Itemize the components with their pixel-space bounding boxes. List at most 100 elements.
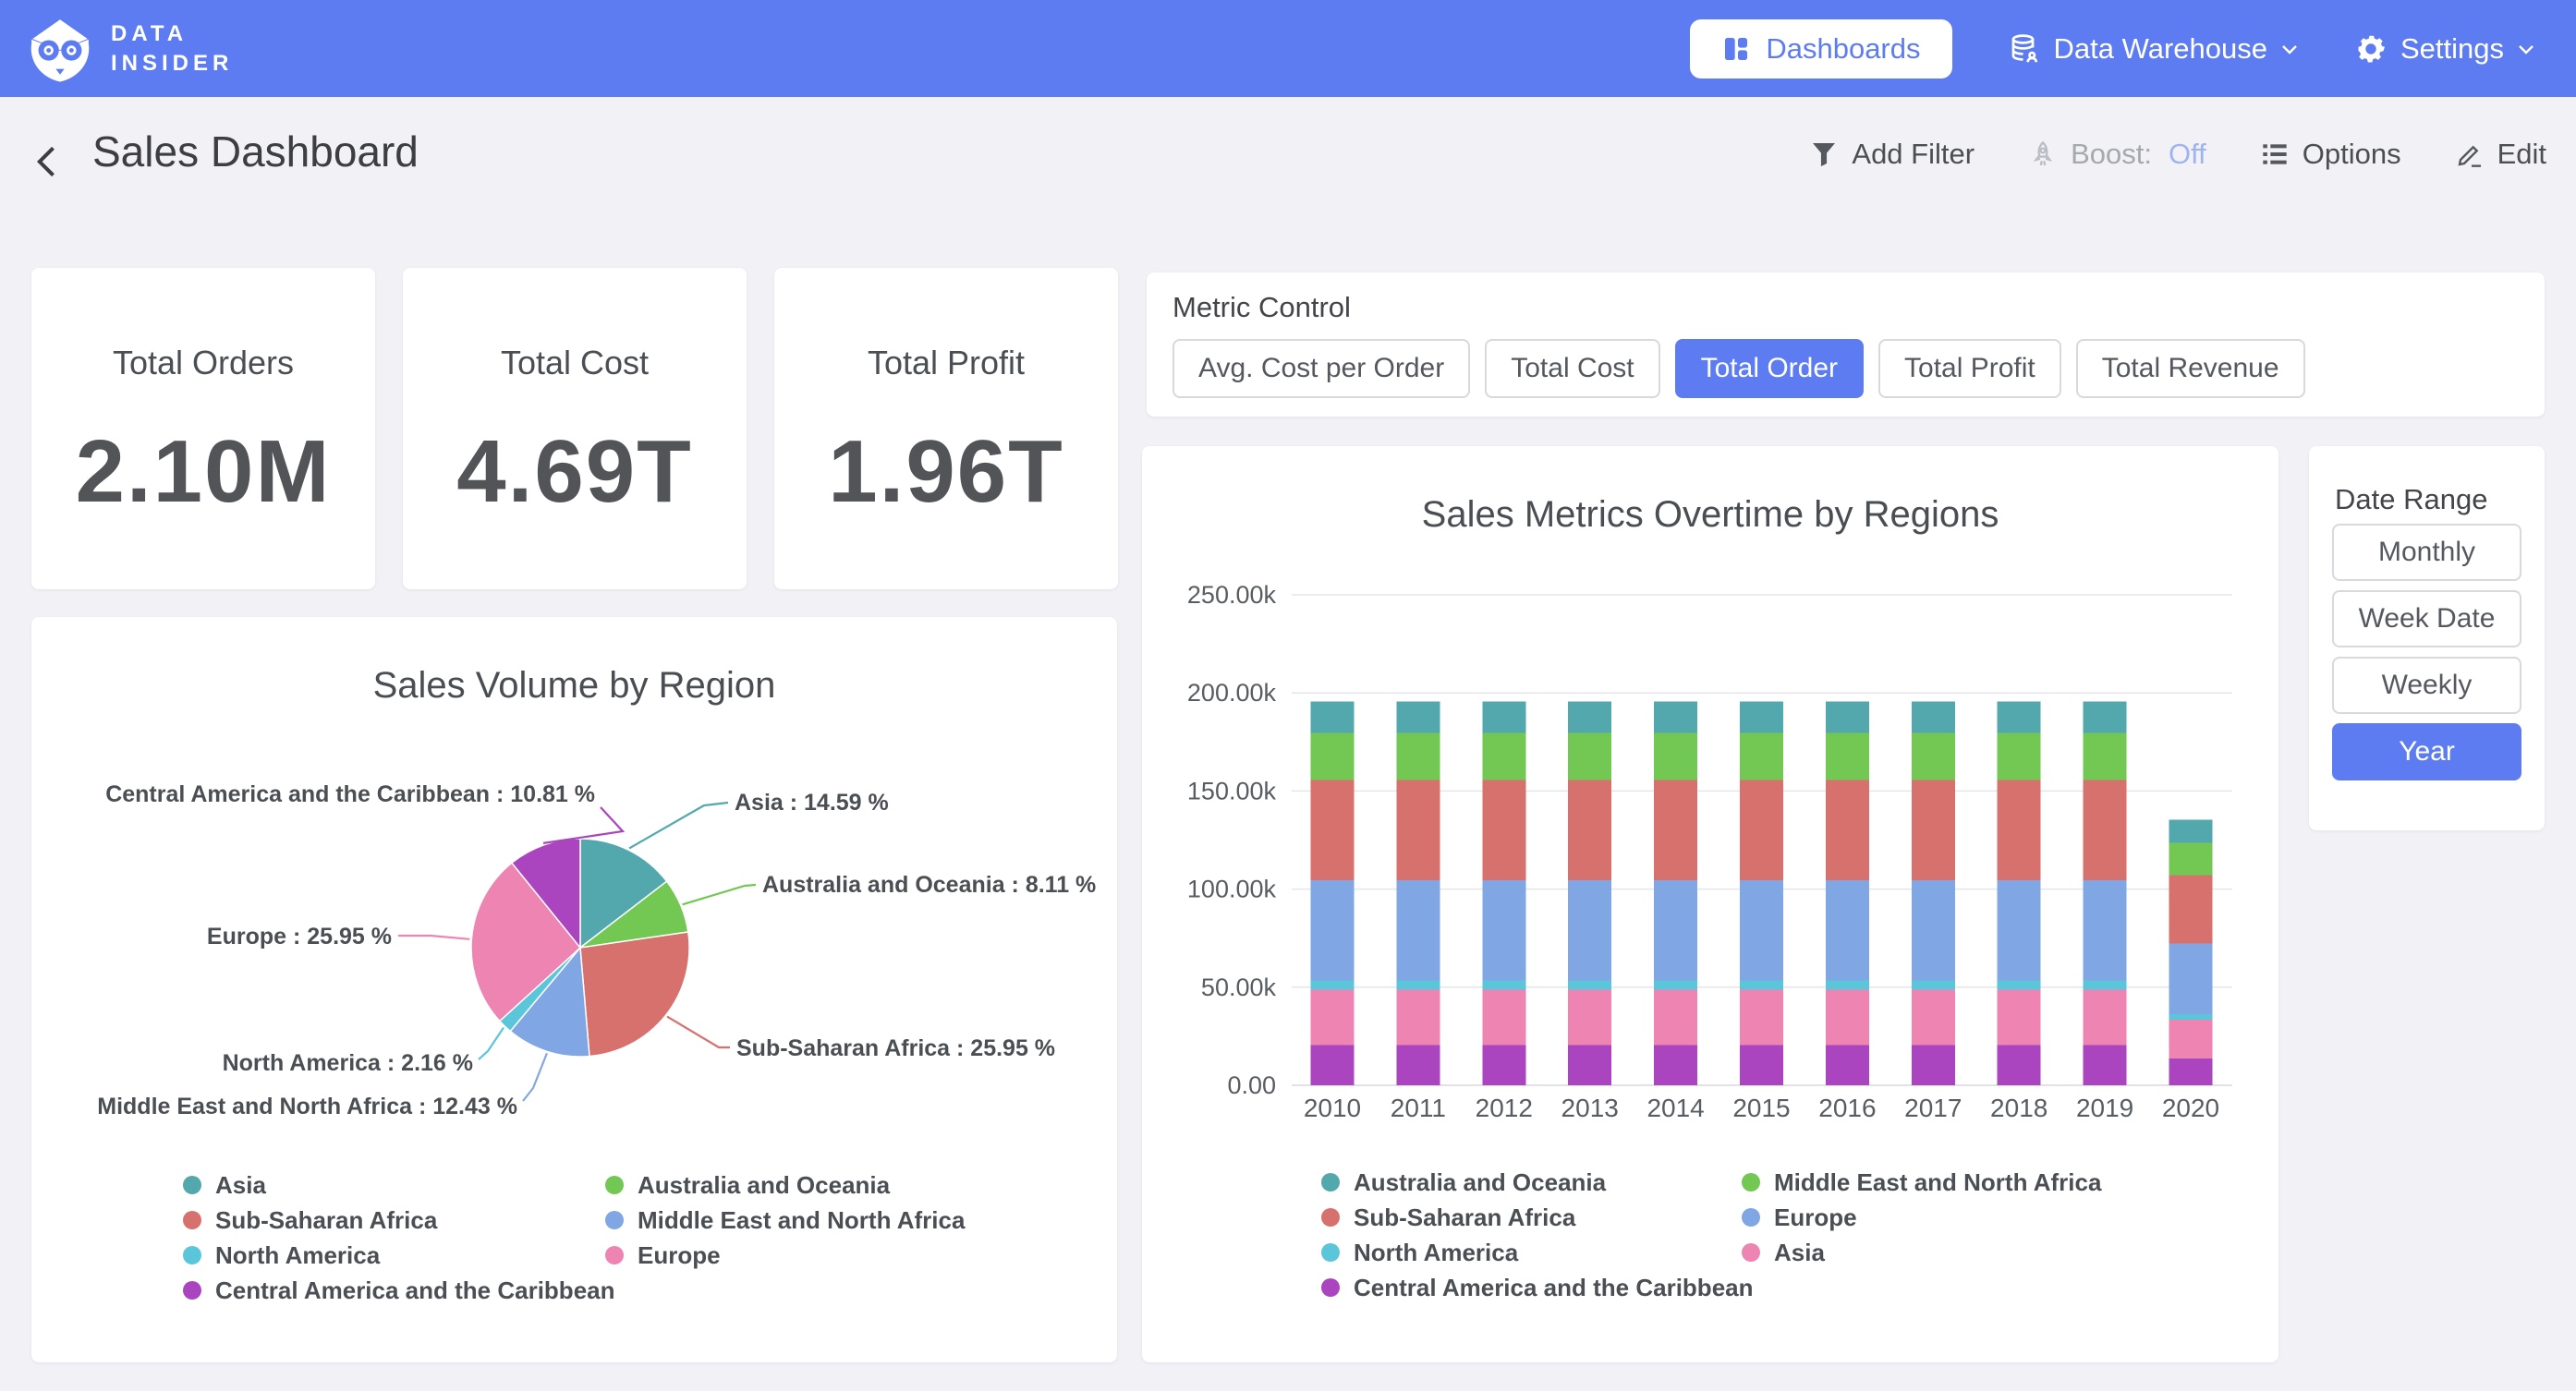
legend-item[interactable]: Europe [1742, 1200, 2101, 1235]
back-chevron-icon[interactable] [28, 141, 68, 182]
bar-segment[interactable] [2084, 990, 2127, 1046]
bar-segment[interactable] [1998, 880, 2041, 981]
bar-segment[interactable] [1740, 733, 1783, 780]
bar-segment[interactable] [1568, 981, 1611, 990]
metric-button-total-profit[interactable]: Total Profit [1878, 339, 2061, 398]
bar-segment[interactable] [1568, 990, 1611, 1046]
bar-segment[interactable] [2084, 733, 2127, 780]
legend-item[interactable]: Sub-Saharan Africa [1321, 1200, 1754, 1235]
bar-segment[interactable] [1311, 733, 1355, 780]
bar-segment[interactable] [1912, 780, 1955, 880]
date-range-button-year[interactable]: Year [2332, 723, 2521, 780]
bar-segment[interactable] [1311, 880, 1355, 981]
bar-segment[interactable] [1826, 990, 1869, 1046]
bar-segment[interactable] [2084, 780, 2127, 880]
bar-segment[interactable] [1740, 1045, 1783, 1085]
bar-segment[interactable] [2169, 1014, 2213, 1020]
bar-segment[interactable] [1826, 880, 1869, 981]
bar-segment[interactable] [1568, 780, 1611, 880]
legend-item[interactable]: Central America and the Caribbean [1321, 1270, 1754, 1305]
date-range-button-weekly[interactable]: Weekly [2332, 657, 2521, 714]
legend-item[interactable]: Asia [183, 1167, 615, 1203]
options-button[interactable]: Options [2260, 138, 2401, 171]
bar-segment[interactable] [1740, 702, 1783, 733]
bar-segment[interactable] [1912, 733, 1955, 780]
bar-segment[interactable] [1740, 981, 1783, 990]
bar-segment[interactable] [1311, 990, 1355, 1046]
legend-item[interactable]: North America [183, 1238, 615, 1273]
bar-segment[interactable] [1311, 702, 1355, 733]
bar-segment[interactable] [1396, 733, 1440, 780]
bar-segment[interactable] [1396, 990, 1440, 1046]
bar-segment[interactable] [1826, 780, 1869, 880]
nav-dashboards-button[interactable]: Dashboards [1690, 19, 1951, 79]
bar-segment[interactable] [1654, 780, 1697, 880]
bar-segment[interactable] [1568, 880, 1611, 981]
bar-segment[interactable] [2169, 943, 2213, 1014]
metric-button-total-cost[interactable]: Total Cost [1485, 339, 1659, 398]
legend-item[interactable]: Asia [1742, 1235, 2101, 1270]
bar-segment[interactable] [1482, 981, 1525, 990]
bar-segment[interactable] [1482, 780, 1525, 880]
bar-segment[interactable] [2169, 1058, 2213, 1085]
bar-segment[interactable] [1998, 702, 2041, 733]
bar-segment[interactable] [1998, 981, 2041, 990]
bar-segment[interactable] [1912, 880, 1955, 981]
bar-segment[interactable] [1482, 880, 1525, 981]
metric-button-avg-cost-per-order[interactable]: Avg. Cost per Order [1173, 339, 1470, 398]
bar-segment[interactable] [1568, 702, 1611, 733]
pie-slice-2[interactable] [580, 932, 689, 1057]
bar-segment[interactable] [2169, 843, 2213, 876]
bar-segment[interactable] [1912, 981, 1955, 990]
legend-item[interactable]: Sub-Saharan Africa [183, 1203, 615, 1238]
add-filter-button[interactable]: Add Filter [1809, 138, 1975, 171]
bar-segment[interactable] [2084, 702, 2127, 733]
edit-button[interactable]: Edit [2455, 138, 2546, 171]
bar-segment[interactable] [1826, 702, 1869, 733]
bar-segment[interactable] [1311, 780, 1355, 880]
date-range-button-monthly[interactable]: Monthly [2332, 524, 2521, 581]
bar-segment[interactable] [1654, 990, 1697, 1046]
bar-segment[interactable] [1912, 1045, 1955, 1085]
bar-segment[interactable] [1568, 733, 1611, 780]
legend-item[interactable]: Europe [605, 1238, 965, 1273]
bar-segment[interactable] [1654, 880, 1697, 981]
bar-segment[interactable] [1396, 702, 1440, 733]
bar-segment[interactable] [2169, 819, 2213, 842]
bar-segment[interactable] [1826, 733, 1869, 780]
legend-item[interactable]: Central America and the Caribbean [183, 1273, 615, 1308]
bar-segment[interactable] [1998, 780, 2041, 880]
bar-segment[interactable] [1396, 880, 1440, 981]
bar-segment[interactable] [1654, 702, 1697, 733]
bar-segment[interactable] [1740, 780, 1783, 880]
bar-segment[interactable] [1654, 1045, 1697, 1085]
nav-settings[interactable]: Settings [2354, 32, 2535, 66]
bar-segment[interactable] [2084, 1045, 2127, 1085]
date-range-button-week-date[interactable]: Week Date [2332, 590, 2521, 647]
bar-segment[interactable] [1654, 981, 1697, 990]
bar-segment[interactable] [1998, 990, 2041, 1046]
bar-segment[interactable] [1482, 990, 1525, 1046]
legend-item[interactable]: Middle East and North Africa [1742, 1165, 2101, 1200]
bar-segment[interactable] [1568, 1045, 1611, 1085]
legend-item[interactable]: North America [1321, 1235, 1754, 1270]
bar-segment[interactable] [1482, 702, 1525, 733]
metric-button-total-order[interactable]: Total Order [1675, 339, 1864, 398]
legend-item[interactable]: Australia and Oceania [605, 1167, 965, 1203]
bar-segment[interactable] [1654, 733, 1697, 780]
bar-segment[interactable] [1912, 702, 1955, 733]
bar-segment[interactable] [1826, 981, 1869, 990]
bar-segment[interactable] [2084, 880, 2127, 981]
bar-segment[interactable] [1482, 1045, 1525, 1085]
bar-segment[interactable] [1998, 1045, 2041, 1085]
bar-segment[interactable] [1311, 1045, 1355, 1085]
metric-button-total-revenue[interactable]: Total Revenue [2076, 339, 2305, 398]
nav-data-warehouse[interactable]: Data Warehouse [2008, 32, 2299, 66]
bar-segment[interactable] [1396, 1045, 1440, 1085]
bar-segment[interactable] [1740, 990, 1783, 1046]
boost-toggle[interactable]: Boost: Off [2028, 138, 2206, 171]
bar-segment[interactable] [1826, 1045, 1869, 1085]
bar-segment[interactable] [1998, 733, 2041, 780]
legend-item[interactable]: Middle East and North Africa [605, 1203, 965, 1238]
bar-segment[interactable] [2169, 876, 2213, 944]
